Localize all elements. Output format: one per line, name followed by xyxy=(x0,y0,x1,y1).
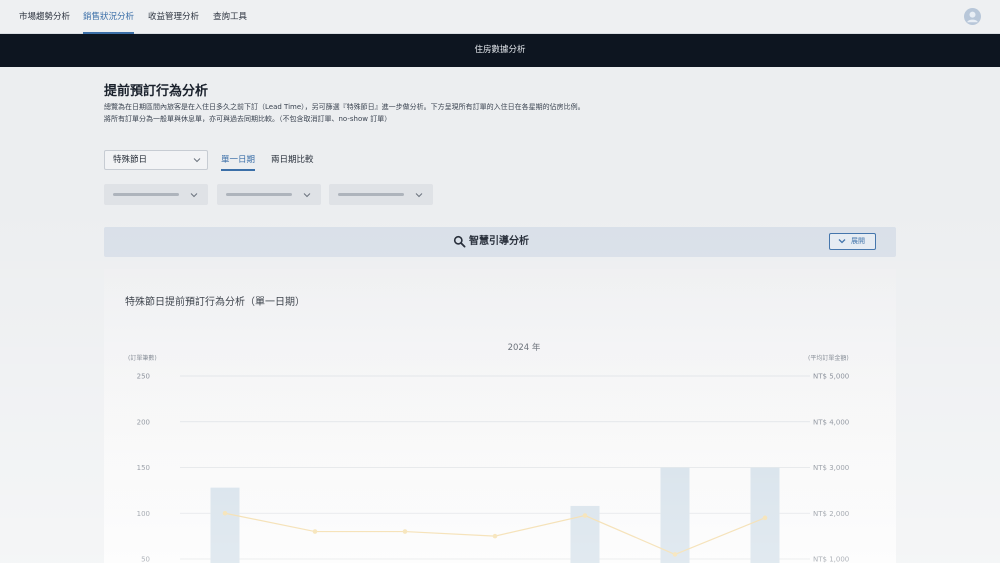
y-right-tick-label: NT$ 4,000 xyxy=(813,418,849,426)
line-point xyxy=(492,533,498,539)
y-right-tick-label: NT$ 2,000 xyxy=(813,510,849,518)
y-left-tick-label: 200 xyxy=(137,418,150,426)
y-right-tick-label: NT$ 3,000 xyxy=(813,464,849,472)
bar xyxy=(750,467,780,563)
line-point xyxy=(672,552,678,557)
y-left-axis-label: (訂單筆數) xyxy=(128,354,157,362)
y-right-tick-label: NT$ 1,000 xyxy=(813,556,849,563)
y-left-tick-label: 150 xyxy=(137,464,150,472)
chart-title: 2024 年 xyxy=(508,342,541,353)
y-left-tick-label: 50 xyxy=(141,556,150,563)
line-point xyxy=(222,510,228,516)
line-point xyxy=(312,529,318,534)
line-point xyxy=(402,529,408,534)
lead-time-chart: 250 NT$ 5,000 200 NT$ 4,000 150 NT$ 3,000 100 N… xyxy=(128,342,849,563)
y-right-tick-label: NT$ 5,000 xyxy=(813,373,849,381)
line-point xyxy=(762,515,768,521)
y-right-axis-label: (平均訂單金額) xyxy=(808,354,849,362)
line-point xyxy=(582,513,588,518)
y-left-tick-label: 100 xyxy=(137,510,150,518)
y-left-tick-label: 250 xyxy=(137,373,150,381)
bar xyxy=(660,467,690,563)
bar xyxy=(210,487,240,563)
